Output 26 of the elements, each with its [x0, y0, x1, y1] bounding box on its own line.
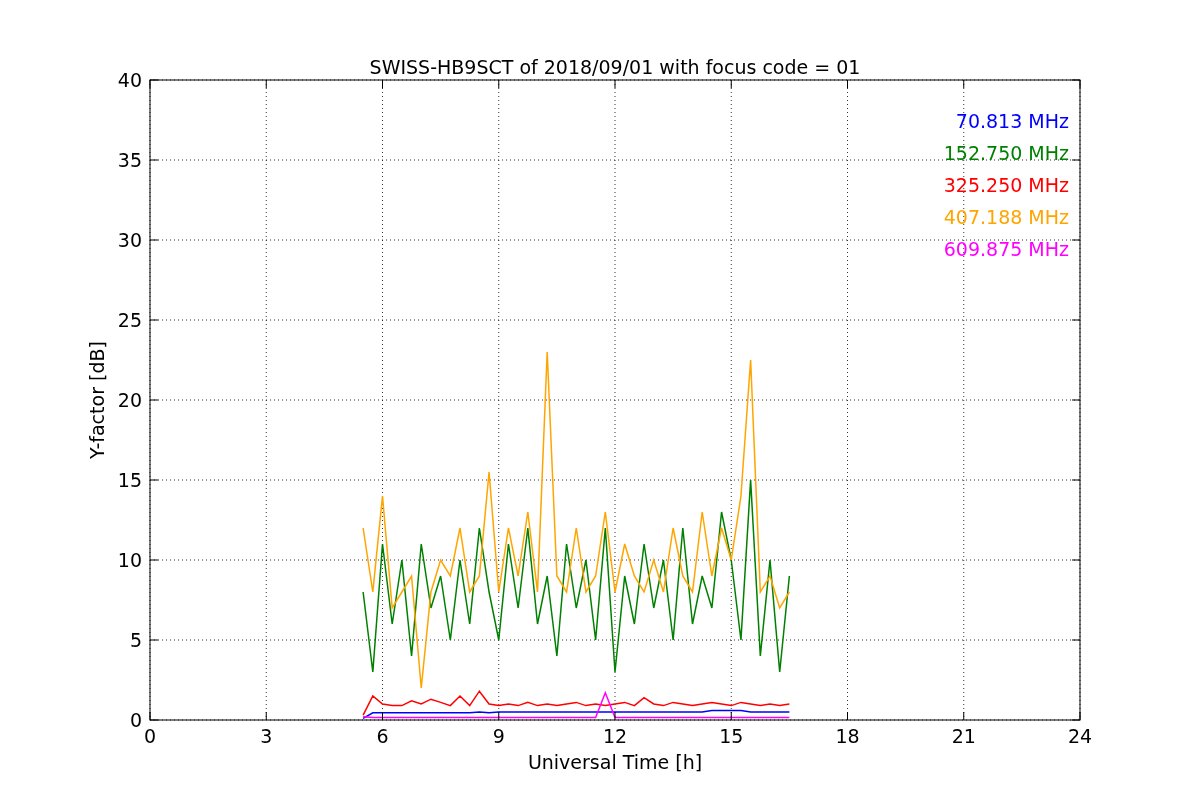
legend-label: 152.750 MHz — [943, 142, 1069, 164]
legend-label: 609.875 MHz — [943, 238, 1069, 260]
y-tick-label: 35 — [117, 149, 142, 171]
legend-label: 407.188 MHz — [943, 206, 1069, 228]
y-tick-label: 10 — [117, 549, 142, 571]
x-tick-label: 21 — [951, 725, 976, 747]
y-tick-label: 20 — [117, 389, 142, 411]
y-tick-label: 15 — [117, 469, 142, 491]
y-tick-label: 25 — [117, 309, 142, 331]
y-tick-label: 0 — [129, 709, 142, 731]
y-tick-label: 5 — [129, 629, 142, 651]
x-tick-label: 6 — [376, 725, 389, 747]
chart-title: SWISS-HB9SCT of 2018/09/01 with focus code = 01 — [369, 56, 861, 78]
x-tick-label: 18 — [835, 725, 860, 747]
legend-label: 70.813 MHz — [955, 110, 1069, 132]
y-tick-label: 30 — [117, 229, 142, 251]
y-axis-label: Y-factor [dB] — [86, 341, 108, 459]
x-axis-label: Universal Time [h] — [527, 751, 703, 773]
legend-label: 325.250 MHz — [943, 174, 1069, 196]
y-tick-label: 40 — [117, 69, 142, 91]
x-tick-label: 24 — [1067, 725, 1093, 747]
x-tick-label: 0 — [143, 725, 157, 747]
x-tick-label: 3 — [260, 725, 273, 747]
x-tick-label: 15 — [719, 725, 744, 747]
x-tick-label: 12 — [602, 725, 628, 747]
x-tick-label: 9 — [492, 725, 505, 747]
